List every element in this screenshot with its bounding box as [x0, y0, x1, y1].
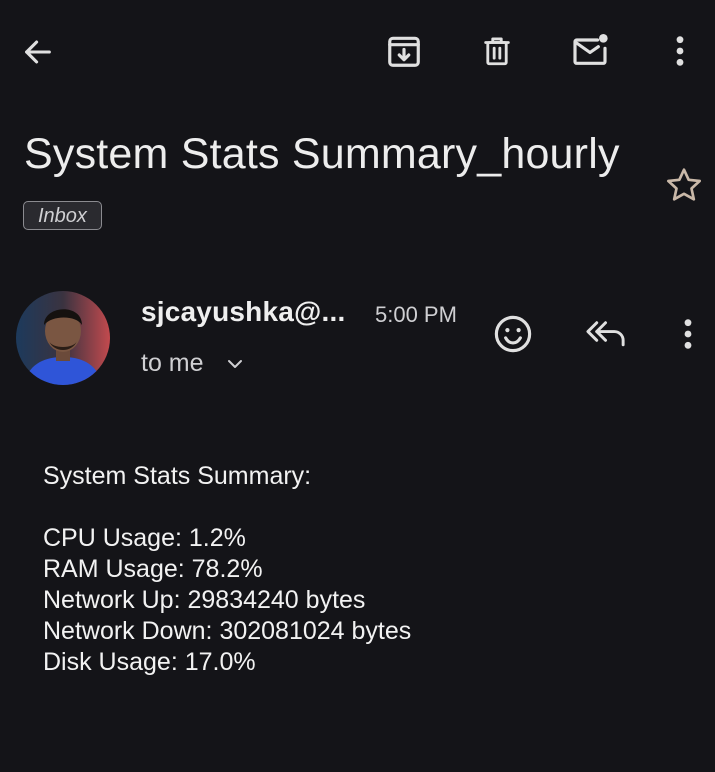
- emoji-reaction-icon[interactable]: [490, 311, 536, 357]
- trash-icon[interactable]: [476, 30, 518, 72]
- more-vert-icon[interactable]: [672, 314, 704, 354]
- sender-name[interactable]: sjcayushka@...: [141, 296, 345, 328]
- inbox-label-chip[interactable]: Inbox: [23, 201, 102, 230]
- archive-icon[interactable]: [383, 30, 425, 72]
- chevron-down-icon[interactable]: [224, 350, 246, 378]
- body-line-ram: RAM Usage: 78.2%: [43, 555, 263, 583]
- body-line-network-down: Network Down: 302081024 bytes: [43, 617, 412, 645]
- email-time: 5:00 PM: [375, 302, 457, 327]
- reply-all-icon[interactable]: [584, 314, 630, 352]
- mark-unread-icon[interactable]: [568, 28, 612, 72]
- avatar[interactable]: [16, 291, 110, 385]
- email-subject: System Stats Summary_hourly: [24, 130, 620, 178]
- body-line-cpu: CPU Usage: 1.2%: [43, 524, 246, 552]
- body-line-disk: Disk Usage: 17.0%: [43, 648, 256, 676]
- email-body: System Stats Summary: CPU Usage: 1.2% RA…: [43, 461, 411, 678]
- back-arrow-icon[interactable]: [18, 32, 58, 72]
- body-line-network-up: Network Up: 29834240 bytes: [43, 586, 366, 614]
- more-vert-icon[interactable]: [664, 30, 696, 72]
- star-icon[interactable]: [662, 164, 706, 206]
- recipient-text[interactable]: to me: [141, 349, 204, 378]
- body-heading: System Stats Summary:: [43, 462, 312, 490]
